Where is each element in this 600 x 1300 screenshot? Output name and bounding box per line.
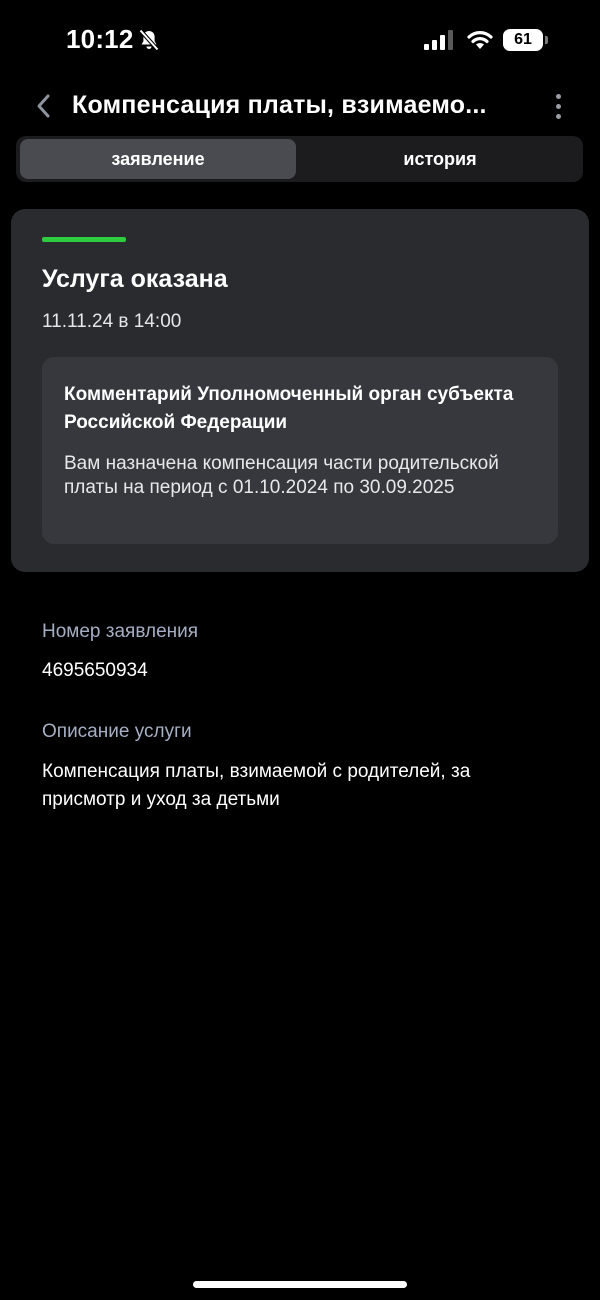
tab-bar: заявление история [16, 136, 583, 182]
signal-icon [424, 30, 453, 50]
more-menu-button[interactable] [544, 88, 572, 124]
status-time: 10:12 [66, 24, 134, 54]
status-indicator-bar [42, 237, 126, 242]
more-vertical-icon [555, 93, 561, 99]
status-date: 11.11.24 в 14:00 [42, 311, 182, 332]
tab-history[interactable]: история [300, 139, 580, 179]
wifi-icon [467, 31, 493, 49]
status-bar: 10:12 61 [0, 0, 600, 80]
bell-slash-icon [139, 29, 159, 51]
page-title: Компенсация платы, взимаемо... [72, 91, 487, 119]
service-description-value: Компенсация платы, взимаемой с родителей… [42, 761, 471, 810]
application-number-value: 4695650934 [42, 660, 148, 681]
status-title: Услуга оказана [42, 265, 228, 293]
battery-level: 61 [503, 29, 543, 51]
battery-icon: 61 [503, 29, 549, 51]
home-indicator [193, 1281, 407, 1288]
chevron-left-icon [37, 94, 50, 118]
application-number-label: Номер заявления [42, 621, 199, 642]
header: Компенсация платы, взимаемо... [0, 80, 600, 134]
comment-text: Вам назначена компенсация части родитель… [64, 453, 499, 498]
service-description-label: Описание услуги [42, 721, 192, 742]
comment-box: Комментарий Уполномоченный орган субъект… [42, 357, 558, 544]
comment-title: Комментарий Уполномоченный орган субъект… [64, 384, 514, 433]
status-card: Услуга оказана 11.11.24 в 14:00 Коммента… [11, 209, 589, 572]
tab-application[interactable]: заявление [20, 139, 296, 179]
back-button[interactable] [26, 88, 62, 124]
